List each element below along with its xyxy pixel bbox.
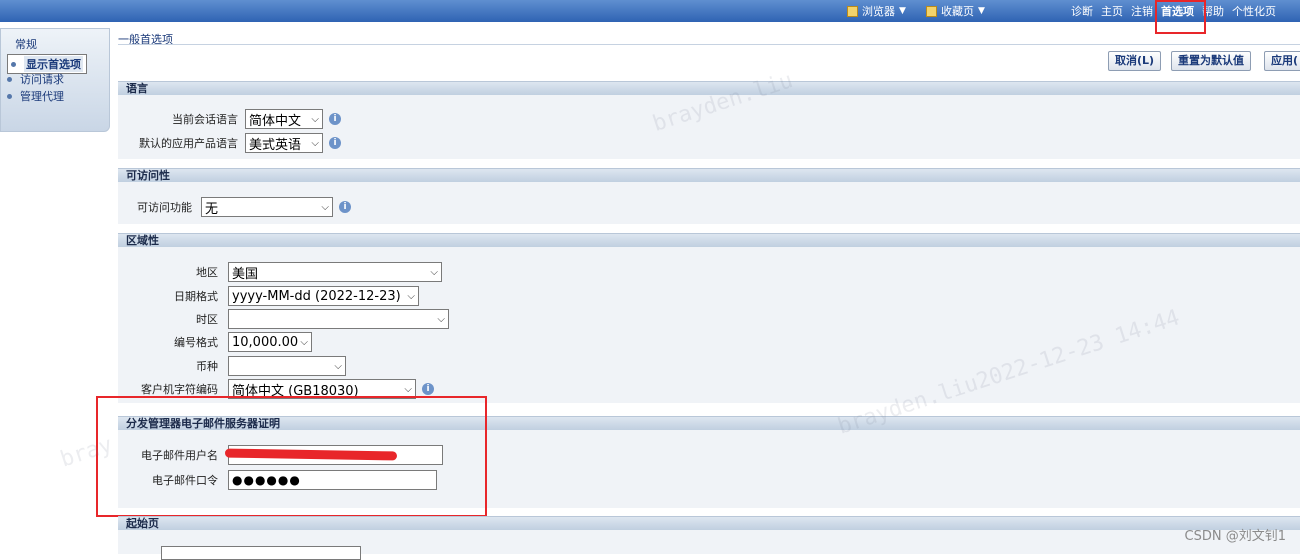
date-format-select[interactable]: yyyy-MM-dd (2022-12-23)⌵	[228, 286, 419, 306]
row-territory: 地区 美国⌵	[118, 262, 442, 282]
top-bar: 浏览器 ▼ 收藏页 ▼ 诊断 主页 注销 首选项 帮助 个性化页	[0, 0, 1300, 22]
link-preferences[interactable]: 首选项	[1161, 3, 1194, 19]
title-divider	[118, 44, 1300, 45]
email-password-input[interactable]: ●●●●●●	[228, 470, 437, 490]
field-label: 日期格式	[118, 288, 218, 304]
field-label: 可访问功能	[118, 199, 192, 215]
row-session-language: 当前会话语言 简体中文⌵ i	[118, 109, 341, 129]
field-label: 客户机字符编码	[118, 381, 218, 397]
browser-menu[interactable]: 浏览器 ▼	[847, 3, 906, 19]
link-personalize[interactable]: 个性化页	[1232, 3, 1276, 19]
favorites-icon	[926, 6, 937, 17]
row-timezone: 时区 ⌵	[118, 309, 449, 329]
bullet-icon	[7, 94, 12, 99]
client-charset-select[interactable]: 简体中文 (GB18030)⌵	[228, 379, 416, 399]
csdn-watermark: CSDN @刘文钊1	[1185, 525, 1286, 544]
background-watermark: bray	[57, 432, 115, 472]
chevron-down-icon: ⌵	[300, 337, 308, 348]
row-default-language: 默认的应用产品语言 美式英语⌵ i	[118, 133, 341, 153]
accessibility-feature-select[interactable]: 无⌵	[201, 197, 333, 217]
field-label: 币种	[118, 358, 218, 374]
number-format-select[interactable]: 10,000.00⌵	[228, 332, 312, 352]
nav-item-access-requests[interactable]: 访问请求	[7, 71, 64, 87]
chevron-down-icon: ⌵	[430, 267, 438, 278]
section-header: 分发管理器电子邮件服务器证明	[118, 416, 1300, 430]
row-number-format: 编号格式 10,000.00⌵	[118, 332, 312, 352]
info-icon[interactable]: i	[329, 113, 341, 125]
apply-button[interactable]: 应用(	[1264, 51, 1300, 71]
link-help[interactable]: 帮助	[1202, 3, 1224, 19]
info-icon[interactable]: i	[422, 383, 434, 395]
favorites-menu[interactable]: 收藏页 ▼	[926, 3, 985, 19]
section-header: 可访问性	[118, 168, 1300, 182]
section-header: 语言	[118, 81, 1300, 95]
nav-category: 常规	[15, 36, 37, 52]
info-icon[interactable]: i	[329, 137, 341, 149]
field-label: 时区	[118, 311, 218, 327]
row-email-password: 电子邮件口令 ●●●●●●	[118, 470, 437, 490]
field-label: 编号格式	[118, 334, 218, 350]
session-language-select[interactable]: 简体中文⌵	[245, 109, 323, 129]
field-label: 当前会话语言	[118, 111, 238, 127]
bullet-icon	[7, 77, 12, 82]
chevron-down-icon: ⌵	[334, 361, 342, 372]
territory-select[interactable]: 美国⌵	[228, 262, 442, 282]
chevron-down-icon: ▼	[978, 6, 985, 16]
left-nav: 常规 显示首选项 访问请求 管理代理	[0, 28, 110, 132]
chevron-down-icon: ⌵	[407, 291, 415, 302]
currency-select[interactable]: ⌵	[228, 356, 346, 376]
row-client-charset: 客户机字符编码 简体中文 (GB18030)⌵ i	[118, 379, 434, 399]
link-home[interactable]: 主页	[1101, 3, 1123, 19]
home-icon	[847, 6, 858, 17]
field-label: 电子邮件口令	[118, 472, 218, 488]
field-label: 默认的应用产品语言	[118, 135, 238, 151]
field-label: 地区	[118, 264, 218, 280]
chevron-down-icon: ⌵	[404, 384, 412, 395]
cancel-button[interactable]: 取消(L)	[1108, 51, 1161, 71]
info-icon[interactable]: i	[339, 201, 351, 213]
chevron-down-icon: ⌵	[437, 314, 445, 325]
chevron-down-icon: ⌵	[311, 114, 319, 125]
link-logout[interactable]: 注销	[1131, 3, 1153, 19]
reset-defaults-button[interactable]: 重置为默认值	[1171, 51, 1251, 71]
chevron-down-icon: ⌵	[321, 202, 329, 213]
row-date-format: 日期格式 yyyy-MM-dd (2022-12-23)⌵	[118, 286, 419, 306]
chevron-down-icon: ▼	[899, 6, 906, 16]
field-label: 电子邮件用户名	[118, 447, 218, 463]
row-accessibility-feature: 可访问功能 无⌵ i	[118, 197, 351, 217]
global-links: 诊断 主页 注销 首选项 帮助 个性化页	[1071, 3, 1276, 19]
section-header: 区域性	[118, 233, 1300, 247]
timezone-select[interactable]: ⌵	[228, 309, 449, 329]
default-language-select[interactable]: 美式英语⌵	[245, 133, 323, 153]
link-diagnostics[interactable]: 诊断	[1071, 3, 1093, 19]
start-page-select[interactable]	[161, 546, 361, 560]
chevron-down-icon: ⌵	[311, 138, 319, 149]
section-header: 起始页	[118, 516, 1300, 530]
bullet-icon	[11, 62, 16, 67]
nav-item-manage-proxies[interactable]: 管理代理	[7, 88, 64, 104]
row-currency: 币种 ⌵	[118, 356, 346, 376]
